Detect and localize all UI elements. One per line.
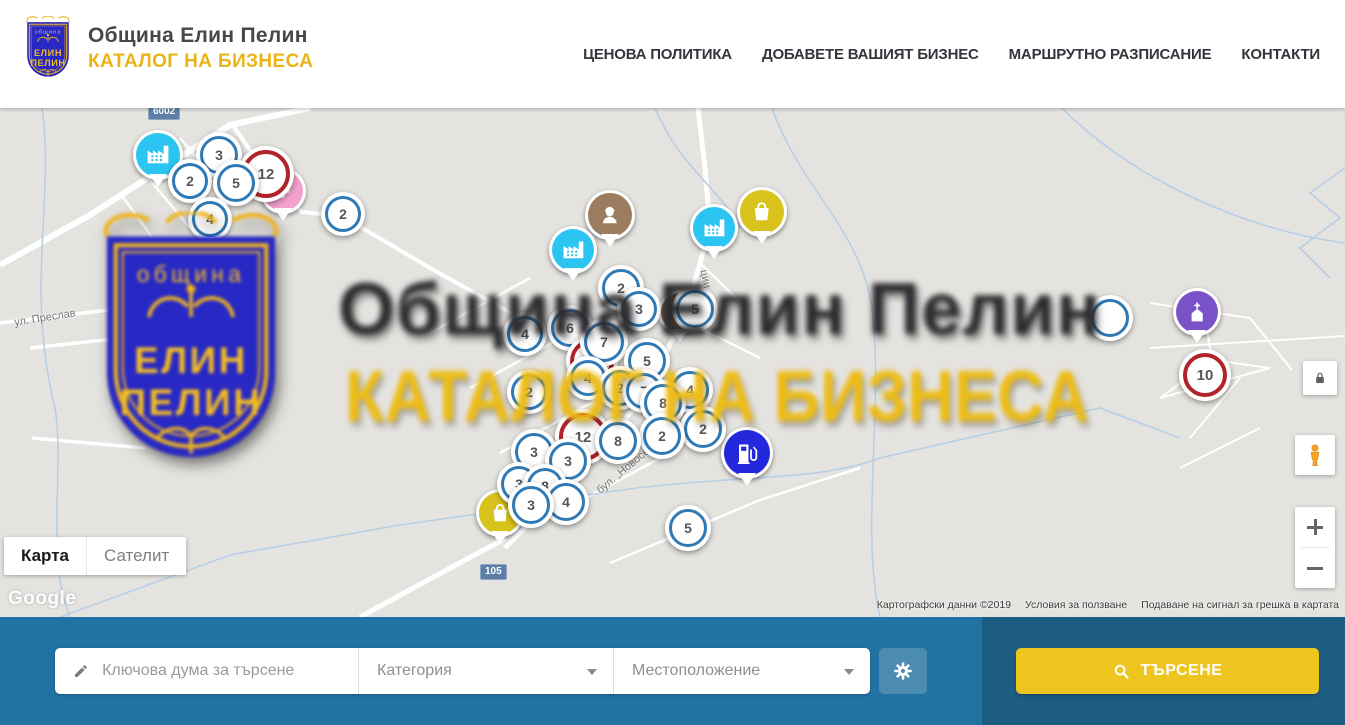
category-select[interactable]: Категория [358, 648, 613, 694]
cluster-count: 4 [206, 211, 214, 227]
keyword-search-input[interactable] [102, 662, 346, 680]
svg-text:ЕЛИН: ЕЛИН [34, 48, 62, 58]
cluster-count: 5 [684, 520, 692, 536]
location-select[interactable]: Местоположение [613, 648, 870, 694]
cluster-count: 3 [527, 497, 535, 513]
cluster-marker[interactable]: 4 [503, 312, 547, 356]
brand-subtitle: КАТАЛОГ НА БИЗНЕСА [88, 51, 313, 73]
cluster-count: 3 [564, 453, 572, 469]
markers-layer: 321254223546137510427482221283338435 [0, 108, 1345, 617]
cluster-count: 3 [215, 147, 223, 163]
cluster-marker[interactable]: 5 [665, 505, 711, 551]
cluster-count: 4 [521, 326, 529, 342]
terms-link[interactable]: Условия за ползване [1025, 599, 1127, 611]
map-type-satellite-button[interactable]: Сателит [86, 537, 186, 575]
church-pin[interactable] [1173, 288, 1221, 336]
municipality-emblem-icon: община ЕЛИН ПЕЛИН [22, 16, 74, 82]
lock-icon [1312, 370, 1328, 386]
cluster-count: 2 [339, 206, 347, 222]
factory-pin[interactable] [549, 226, 597, 274]
site-logo[interactable]: община ЕЛИН ПЕЛИН Община Елин Пелин КАТА… [22, 16, 313, 82]
search-button[interactable]: ТЪРСЕНЕ [1016, 648, 1319, 694]
svg-text:ПЕЛИН: ПЕЛИН [30, 58, 65, 68]
zoom-in-button[interactable] [1295, 507, 1335, 547]
fuel-icon [724, 430, 770, 476]
cluster-count: 2 [699, 421, 707, 437]
search-icon [1113, 663, 1130, 680]
cluster-marker[interactable]: 2 [321, 192, 365, 236]
minus-icon [1307, 567, 1323, 570]
search-panel: Категория Местоположение [0, 617, 1345, 725]
cluster-count: 3 [635, 301, 643, 317]
search-fields: Категория Местоположение [55, 648, 870, 694]
pencil-icon [73, 662, 89, 680]
map-type-control: Карта Сателит [4, 537, 186, 575]
map-type-map-button[interactable]: Карта [4, 537, 86, 575]
nav-contacts[interactable]: КОНТАКТИ [1241, 46, 1320, 63]
cluster-count: 4 [562, 494, 570, 510]
report-error-link[interactable]: Подаване на сигнал за грешка в картата [1141, 599, 1339, 611]
church-icon [1176, 291, 1218, 333]
nav-route-schedule[interactable]: МАРШРУТНО РАЗПИСАНИЕ [1009, 46, 1212, 63]
zoom-out-button[interactable] [1295, 548, 1335, 588]
nav-add-your-business[interactable]: ДОБАВЕТЕ ВАШИЯТ БИЗНЕС [762, 46, 979, 63]
pegman-icon [1303, 443, 1327, 467]
map-attribution: Картографски данни ©2019 Условия за полз… [877, 599, 1339, 611]
brand-title: Община Елин Пелин [88, 24, 313, 48]
cluster-count: 3 [530, 444, 538, 460]
cluster-count: 10 [1197, 367, 1214, 384]
google-map[interactable]: 6002 105 ул. Преслав бул. „Новосел ции 3… [0, 108, 1345, 617]
cluster-marker[interactable]: 5 [672, 286, 718, 332]
advanced-settings-button[interactable] [879, 648, 927, 694]
cluster-marker[interactable]: 8 [595, 418, 641, 464]
cluster-marker[interactable]: 3 [508, 482, 554, 528]
cluster-count: 8 [614, 433, 622, 449]
worker-pin[interactable] [585, 190, 635, 240]
cluster-count: 7 [600, 334, 608, 350]
street-view-pegman-button[interactable] [1295, 435, 1335, 475]
cluster-marker[interactable]: 3 [617, 287, 661, 331]
cluster-count: 2 [525, 384, 533, 400]
factory-pin[interactable] [690, 204, 738, 252]
chevron-down-icon [587, 669, 597, 680]
cluster-marker[interactable]: 2 [507, 370, 551, 414]
fuel-pin[interactable] [721, 427, 773, 479]
cluster-marker[interactable]: 2 [639, 413, 685, 459]
cluster-count: 2 [658, 428, 666, 444]
main-nav: ЦЕНОВА ПОЛИТИКА ДОБАВЕТЕ ВАШИЯТ БИЗНЕС М… [583, 0, 1320, 108]
zoom-control [1295, 507, 1335, 588]
cluster-count: 2 [186, 173, 194, 189]
cluster-marker[interactable]: 4 [188, 197, 232, 241]
keyword-field[interactable] [55, 648, 358, 694]
lock-button[interactable] [1303, 361, 1337, 395]
worker-icon [588, 193, 632, 237]
google-logo[interactable]: Google [8, 588, 76, 610]
shopping-bag-icon [740, 190, 784, 234]
factory-icon [552, 229, 594, 271]
nav-pricing-policy[interactable]: ЦЕНОВА ПОЛИТИКА [583, 46, 732, 63]
cluster-count: 8 [659, 395, 667, 411]
header: община ЕЛИН ПЕЛИН Община Елин Пелин КАТА… [0, 0, 1345, 108]
cluster-marker[interactable] [1087, 295, 1133, 341]
cluster-count: 4 [584, 370, 592, 386]
cluster-marker[interactable]: 10 [1179, 349, 1231, 401]
cluster-count: 4 [686, 382, 694, 398]
cluster-count: 5 [643, 353, 651, 369]
cluster-count: 12 [258, 166, 275, 183]
map-copyright: Картографски данни ©2019 [877, 599, 1011, 611]
cluster-marker[interactable]: 2 [680, 406, 726, 452]
chevron-down-icon [844, 669, 854, 680]
cluster-count: 5 [691, 301, 699, 317]
cluster-count: 6 [566, 320, 574, 336]
cluster-count: 5 [232, 175, 240, 191]
factory-icon [693, 207, 735, 249]
shopping-bag-pin[interactable] [737, 187, 787, 237]
gear-icon [892, 660, 914, 682]
